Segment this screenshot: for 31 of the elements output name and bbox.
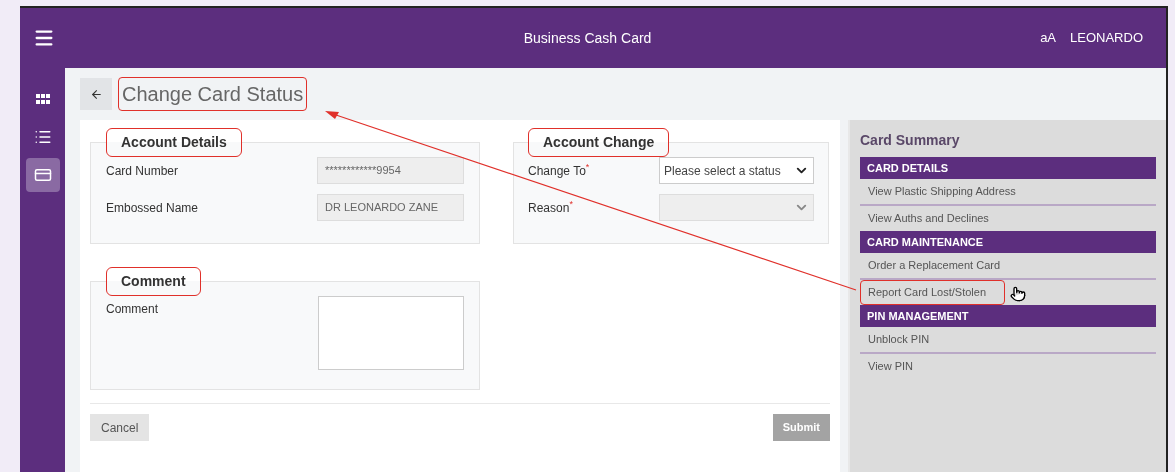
card-summary-title: Card Summary [860, 131, 961, 150]
field-label: Reason$^{*}$ [528, 198, 573, 217]
comment-field[interactable] [318, 296, 464, 370]
group-header: CARD DETAILS [860, 157, 1156, 179]
section-legend: Account Details [106, 128, 242, 157]
status-select[interactable]: Please select a status [659, 157, 814, 184]
font-size-toggle[interactable]: aA [1040, 28, 1057, 48]
summary-link[interactable]: View PIN [860, 354, 922, 379]
summary-link[interactable]: View Plastic Shipping Address [860, 179, 1024, 204]
user-name[interactable]: LEONARDO [1070, 28, 1143, 48]
menu-icon[interactable] [33, 27, 55, 49]
credit-card-icon [33, 166, 52, 184]
group-header: PIN MANAGEMENT [860, 305, 1156, 327]
field-label: Change To$^{*}$ [528, 161, 590, 180]
summary-link[interactable]: Unblock PIN [860, 327, 938, 352]
field-label: Card Number [106, 162, 179, 180]
sidebar-button[interactable] [25, 158, 60, 192]
field-label: Embossed Name [106, 199, 199, 217]
app-title: Business Cash Card [522, 28, 653, 48]
field-label: Comment [106, 301, 158, 318]
section-legend: Comment [106, 267, 201, 296]
page-title: Change Card Status [118, 77, 308, 111]
back-arrow-icon [89, 87, 103, 101]
summary-link[interactable]: Report Card Lost/Stolen [860, 280, 1005, 305]
cancel-button[interactable]: Cancel [90, 414, 150, 441]
summary-link[interactable]: Order a Replacement Card [860, 253, 1009, 278]
group-header: CARD MAINTENANCE [860, 231, 1156, 253]
summary-link[interactable]: View Auths and Declines [860, 206, 997, 231]
list-icon [33, 128, 52, 146]
apps-grid-icon [35, 94, 50, 104]
section-legend: Account Change [528, 128, 670, 157]
